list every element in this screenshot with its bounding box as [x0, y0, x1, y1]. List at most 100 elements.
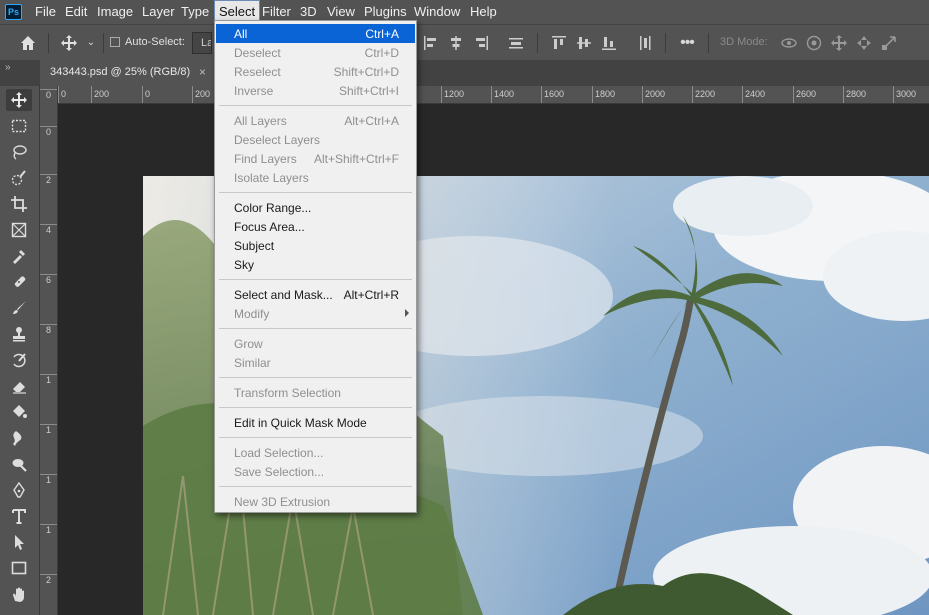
paint-bucket-tool-icon[interactable]: [6, 401, 32, 423]
orbit-icon[interactable]: [780, 34, 798, 52]
horizontal-ruler: 0 200 0 200 1200 1400 1600 1800 2000 220…: [58, 86, 929, 104]
document-tab[interactable]: 343443.psd @ 25% (RGB/8) ×: [40, 60, 215, 86]
move-tool-icon[interactable]: [60, 34, 78, 52]
align-center-icon[interactable]: [447, 34, 465, 52]
brush-tool-icon[interactable]: [6, 297, 32, 319]
menu-image[interactable]: Image: [93, 0, 137, 24]
menu-layer[interactable]: Layer: [138, 0, 179, 24]
menu-help[interactable]: Help: [466, 0, 501, 24]
align-left-icon[interactable]: [422, 34, 440, 52]
menu-item-select-and-mask[interactable]: Select and Mask... Alt+Ctrl+R: [216, 285, 415, 304]
slide-icon[interactable]: [855, 34, 873, 52]
menu-item-find-layers[interactable]: Find Layers Alt+Shift+Ctrl+F: [216, 149, 415, 168]
pan-icon[interactable]: [830, 34, 848, 52]
menu-type[interactable]: Type: [177, 0, 213, 24]
quick-select-tool-icon[interactable]: [6, 167, 32, 189]
path-select-tool-icon[interactable]: [6, 531, 32, 553]
distribute-vertical-icon[interactable]: [636, 34, 654, 52]
rectangle-tool-icon[interactable]: [6, 557, 32, 579]
menu-separator: [219, 486, 412, 487]
healing-brush-tool-icon[interactable]: [6, 271, 32, 293]
ruler-label: 1400: [494, 89, 515, 99]
ruler-label: 1: [46, 525, 52, 535]
roll-icon[interactable]: [805, 34, 823, 52]
ruler-label: 8: [46, 325, 52, 335]
dodge-tool-icon[interactable]: [6, 453, 32, 475]
menu-item-all-layers[interactable]: All Layers Alt+Ctrl+A: [216, 111, 415, 130]
eraser-tool-icon[interactable]: [6, 375, 32, 397]
align-right-icon[interactable]: [472, 34, 490, 52]
menu-item-quick-mask[interactable]: Edit in Quick Mask Mode: [216, 413, 415, 432]
menu-item-all[interactable]: All Ctrl+A: [216, 24, 415, 43]
crop-tool-icon[interactable]: [6, 193, 32, 215]
menu-item-save-selection[interactable]: Save Selection...: [216, 462, 415, 481]
menu-item-label: All Layers: [234, 114, 287, 128]
pen-tool-icon[interactable]: [6, 479, 32, 501]
ruler-label: 1: [46, 425, 52, 435]
ruler-label: 2200: [695, 89, 716, 99]
chevron-down-icon[interactable]: ⌄: [82, 34, 100, 52]
more-icon[interactable]: •••: [678, 34, 696, 52]
align-bottom-icon[interactable]: [600, 34, 618, 52]
menu-item-deselect-layers[interactable]: Deselect Layers: [216, 130, 415, 149]
type-tool-icon[interactable]: [6, 505, 32, 527]
menu-item-grow[interactable]: Grow: [216, 334, 415, 353]
menu-item-shortcut: Ctrl+D: [364, 46, 399, 60]
options-bar: ⌄ Auto-Select: Layer ••• 3D Mode:: [0, 24, 929, 60]
menu-item-inverse[interactable]: Inverse Shift+Ctrl+I: [216, 81, 415, 100]
ruler-label: 1800: [595, 89, 616, 99]
menu-item-label: Find Layers: [234, 152, 297, 166]
blur-tool-icon[interactable]: [6, 427, 32, 449]
menu-item-load-selection[interactable]: Load Selection...: [216, 443, 415, 462]
ruler-label: 2000: [645, 89, 666, 99]
hand-tool-icon[interactable]: [6, 583, 32, 605]
ruler-label: 0: [46, 127, 52, 137]
menu-item-shortcut: Shift+Ctrl+D: [333, 65, 399, 79]
menu-item-new-3d-extrusion[interactable]: New 3D Extrusion: [216, 492, 415, 511]
distribute-icon[interactable]: [507, 34, 525, 52]
menu-item-label: Sky: [234, 258, 255, 272]
menu-item-reselect[interactable]: Reselect Shift+Ctrl+D: [216, 62, 415, 81]
ruler-label: 2600: [796, 89, 817, 99]
menu-item-label: New 3D Extrusion: [234, 495, 331, 509]
auto-select-checkbox[interactable]: [110, 37, 120, 47]
menu-item-color-range[interactable]: Color Range...: [216, 198, 415, 217]
menu-item-sky[interactable]: Sky: [216, 255, 415, 274]
menu-item-subject[interactable]: Subject: [216, 236, 415, 255]
menu-separator: [219, 192, 412, 193]
menu-item-transform-selection[interactable]: Transform Selection: [216, 383, 415, 402]
menu-separator: [219, 105, 412, 106]
ruler-label: 200: [195, 89, 211, 99]
menu-item-focus-area[interactable]: Focus Area...: [216, 217, 415, 236]
menu-item-isolate-layers[interactable]: Isolate Layers: [216, 168, 415, 187]
align-middle-icon[interactable]: [575, 34, 593, 52]
menu-item-label: Select and Mask...: [234, 288, 333, 302]
lasso-tool-icon[interactable]: [6, 141, 32, 163]
align-top-icon[interactable]: [550, 34, 568, 52]
close-tab-icon[interactable]: ×: [199, 65, 206, 79]
menu-item-shortcut: Alt+Ctrl+A: [344, 114, 399, 128]
marquee-tool-icon[interactable]: [6, 115, 32, 137]
frame-tool-icon[interactable]: [6, 219, 32, 241]
menu-edit[interactable]: Edit: [61, 0, 91, 24]
menu-item-label: Deselect: [234, 46, 281, 60]
eyedropper-tool-icon[interactable]: [6, 245, 32, 267]
ruler-label: 6: [46, 275, 52, 285]
menu-item-label: Color Range...: [234, 201, 312, 215]
menu-item-similar[interactable]: Similar: [216, 353, 415, 372]
home-icon[interactable]: [19, 34, 37, 52]
menu-item-label: Save Selection...: [234, 465, 325, 479]
document-tab-bar: 343443.psd @ 25% (RGB/8) ×: [40, 60, 929, 86]
menu-file[interactable]: File: [31, 0, 60, 24]
move-tool-icon[interactable]: [6, 89, 32, 111]
menu-item-label: Focus Area...: [234, 220, 305, 234]
ruler-label: 0: [145, 89, 151, 99]
auto-select-target-dropdown[interactable]: Layer: [192, 32, 212, 54]
collapse-panel-icon[interactable]: »: [5, 62, 11, 73]
history-brush-tool-icon[interactable]: [6, 349, 32, 371]
scale-icon[interactable]: [880, 34, 898, 52]
clone-stamp-tool-icon[interactable]: [6, 323, 32, 345]
menu-window[interactable]: Window: [410, 0, 464, 24]
menu-item-modify[interactable]: Modify: [216, 304, 415, 323]
menu-item-deselect[interactable]: Deselect Ctrl+D: [216, 43, 415, 62]
